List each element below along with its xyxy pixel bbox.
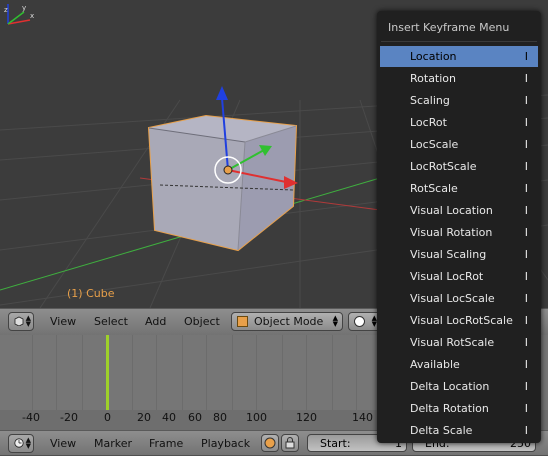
menu-item-shortcut: I [524,336,528,349]
mode-selector[interactable]: Object Mode ▲ ▼ [231,312,343,331]
ruler-tick: 0 [104,411,111,424]
menu-item-label: Visual LocRotScale [410,314,513,327]
menu-item-label: Visual Rotation [410,226,493,239]
solid-shading-icon [354,316,365,327]
chevron-updown-icon: ▲ ▼ [25,436,31,450]
menu-item-label: LocScale [410,138,459,151]
axis-gizmo-icon: z x y [4,4,34,25]
chevron-updown-icon: ▲ ▼ [25,314,31,328]
svg-text:x: x [30,12,34,20]
menu-item-shortcut: I [524,292,528,305]
menu-item-shortcut: I [524,380,528,393]
ruler-tick: -20 [60,411,78,424]
menu-item-shortcut: I [524,116,528,129]
menu-item-label: Delta Location [410,380,490,393]
menu-item-shortcut: I [524,248,528,261]
ruler-tick: 80 [213,411,227,424]
menu-item-shortcut: I [524,50,528,63]
menu-item-label: Location [410,50,457,63]
ruler-tick: 100 [246,411,267,424]
clock-icon [14,438,24,448]
menu-item-visual-locrot[interactable]: Visual LocRot I [380,266,538,287]
menu-item-rotation[interactable]: Rotation I [380,68,538,89]
ruler-tick: -40 [22,411,40,424]
menu-item-available[interactable]: Available I [380,354,538,375]
svg-text:z: z [4,6,8,14]
keying-button[interactable] [261,434,279,452]
ruler-tick: 20 [137,411,151,424]
menu-item-shortcut: I [524,270,528,283]
menu-item-visual-rotscale[interactable]: Visual RotScale I [380,332,538,353]
menu-item-visual-locscale[interactable]: Visual LocScale I [380,288,538,309]
menu-item-shortcut: I [524,424,528,437]
start-frame-label: Start: [320,437,351,450]
menu-item-delta-location[interactable]: Delta Location I [380,376,538,397]
editor-type-button[interactable]: ▲ ▼ [8,312,34,331]
ruler-tick: 120 [296,411,317,424]
menu-item-locrot[interactable]: LocRot I [380,112,538,133]
menu-item-shortcut: I [524,138,528,151]
menu-playback[interactable]: Playback [201,435,250,452]
menu-item-delta-scale[interactable]: Delta Scale I [380,420,538,441]
menu-item-location[interactable]: Location I [380,46,538,67]
menu-view[interactable]: View [50,313,76,330]
menu-item-visual-location[interactable]: Visual Location I [380,200,538,221]
menu-marker[interactable]: Marker [94,435,132,452]
menu-item-label: Visual LocScale [410,292,495,305]
lock-button[interactable] [281,434,299,452]
menu-item-shortcut: I [524,314,528,327]
menu-item-label: LocRot [410,116,447,129]
menu-item-label: Delta Rotation [410,402,489,415]
menu-select[interactable]: Select [94,313,128,330]
menu-item-rotscale[interactable]: RotScale I [380,178,538,199]
menu-item-label: Visual Location [410,204,493,217]
menu-item-label: Scaling [410,94,450,107]
insert-keyframe-menu: Insert Keyframe Menu Location I Rotation I S… [377,11,541,443]
lock-icon [285,437,295,449]
svg-text:y: y [22,4,26,12]
menu-item-shortcut: I [524,226,528,239]
menu-item-label: RotScale [410,182,458,195]
keyframe-icon [264,437,276,449]
menu-item-locrotscale[interactable]: LocRotScale I [380,156,538,177]
menu-add[interactable]: Add [145,313,166,330]
menu-item-shortcut: I [524,402,528,415]
menu-item-scaling[interactable]: Scaling I [380,90,538,111]
menu-item-label: Rotation [410,72,457,85]
ruler-tick: 40 [162,411,176,424]
menu-item-shortcut: I [524,182,528,195]
ruler-tick: 140 [352,411,373,424]
menu-item-shortcut: I [524,358,528,371]
menu-object[interactable]: Object [184,313,220,330]
active-object-label: (1) Cube [67,287,115,300]
menu-frame[interactable]: Frame [149,435,183,452]
menu-item-shortcut: I [524,94,528,107]
menu-item-label: Visual Scaling [410,248,487,261]
menu-item-label: LocRotScale [410,160,477,173]
editor-type-button[interactable]: ▲ ▼ [8,434,34,453]
menu-item-delta-rotation[interactable]: Delta Rotation I [380,398,538,419]
menu-separator [381,41,537,42]
chevron-updown-icon: ▲ ▼ [332,314,338,328]
menu-item-label: Delta Scale [410,424,473,437]
menu-item-visual-scaling[interactable]: Visual Scaling I [380,244,538,265]
menu-item-visual-locrotscale[interactable]: Visual LocRotScale I [380,310,538,331]
menu-item-locscale[interactable]: LocScale I [380,134,538,155]
ruler-tick: 60 [188,411,202,424]
menu-item-shortcut: I [524,72,528,85]
object-mode-icon [237,316,248,327]
cube-object [147,114,298,252]
mode-label: Object Mode [254,315,324,328]
current-frame-indicator[interactable] [106,335,109,413]
menu-item-label: Visual LocRot [410,270,484,283]
menu-view[interactable]: View [50,435,76,452]
menu-item-label: Visual RotScale [410,336,495,349]
menu-item-shortcut: I [524,204,528,217]
menu-item-label: Available [410,358,460,371]
menu-item-visual-rotation[interactable]: Visual Rotation I [380,222,538,243]
menu-item-shortcut: I [524,160,528,173]
cube-editor-icon [14,316,24,326]
menu-title: Insert Keyframe Menu [388,21,510,34]
